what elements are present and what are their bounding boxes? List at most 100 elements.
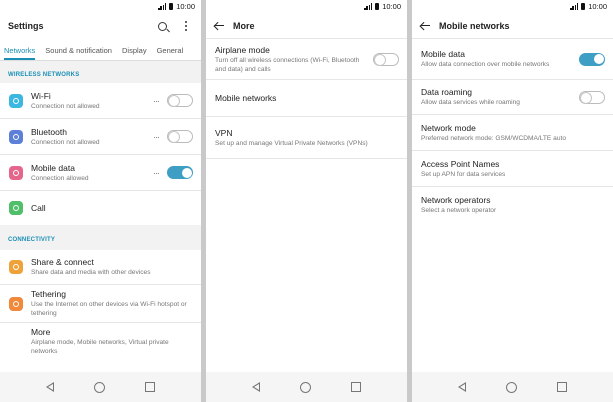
signal-icon xyxy=(364,3,373,10)
page-title: Mobile networks xyxy=(439,20,510,31)
recent-apps-icon[interactable] xyxy=(557,382,567,392)
bluetooth-toggle[interactable] xyxy=(167,130,193,143)
status-time: 10:00 xyxy=(382,2,401,11)
mobile-data-subtitle: Connection allowed xyxy=(31,174,89,182)
network-mode-subtitle: Preferred network mode: GSM/WCDMA/LTE au… xyxy=(421,134,566,142)
home-icon[interactable] xyxy=(506,381,517,393)
bluetooth-subtitle: Connection not allowed xyxy=(31,138,100,146)
tab-general[interactable]: General xyxy=(157,46,184,60)
wireless-networks-header: WIRELESS NETWORKS xyxy=(0,61,201,83)
back-arrow-icon[interactable] xyxy=(214,21,224,31)
bluetooth-title: Bluetooth xyxy=(31,126,67,137)
more-row[interactable]: More Airplane mode, Mobile networks, Virt… xyxy=(0,323,201,359)
wifi-subtitle: Connection not allowed xyxy=(31,102,100,110)
back-icon[interactable] xyxy=(458,382,466,392)
tab-networks[interactable]: Networks xyxy=(4,46,36,60)
apn-title: Access Point Names xyxy=(421,158,500,169)
search-button[interactable] xyxy=(155,19,169,33)
share-title: Share & connect xyxy=(31,257,94,267)
settings-tabs: Networks Sound & notification Display Ge… xyxy=(0,39,201,61)
airplane-subtitle: Turn off all wireless connections (Wi-Fi… xyxy=(215,56,360,73)
data-roaming-toggle[interactable] xyxy=(579,90,605,104)
mobile-networks-screen: 10:00 Mobile networks Mobile data Allow d… xyxy=(412,0,613,402)
network-mode-row[interactable]: Network mode Preferred network mode: GSM/… xyxy=(412,115,613,151)
status-bar: 10:00 xyxy=(412,0,613,13)
apn-subtitle: Set up APN for data services xyxy=(421,170,506,178)
battery-icon xyxy=(169,3,174,10)
recent-apps-icon[interactable] xyxy=(145,382,155,392)
phone-icon xyxy=(9,201,23,215)
bluetooth-more-icon[interactable]: ··· xyxy=(153,132,160,142)
operators-subtitle: Select a network operator xyxy=(421,207,497,214)
home-icon[interactable] xyxy=(300,381,311,393)
share-subtitle: Share data and media with other devices xyxy=(31,269,151,276)
signal-icon xyxy=(570,3,579,10)
share-connect-row[interactable]: Share & connect Share data and media with… xyxy=(0,250,201,285)
recent-apps-icon[interactable] xyxy=(351,382,361,392)
access-point-names-row[interactable]: Access Point Names Set up APN for data se… xyxy=(412,151,613,187)
mobile-data-more-icon[interactable]: ··· xyxy=(153,168,160,178)
home-icon[interactable] xyxy=(94,381,105,393)
status-bar: 10:00 xyxy=(0,0,201,13)
page-title: Settings xyxy=(8,21,44,31)
mobile-data-title: Mobile data xyxy=(31,162,75,173)
tab-display[interactable]: Display xyxy=(122,46,147,60)
mobile-data-row[interactable]: Mobile data Connection allowed ··· xyxy=(0,155,201,191)
mobile-networks-row[interactable]: Mobile networks xyxy=(206,80,407,117)
navigation-bar xyxy=(0,372,201,402)
airplane-toggle[interactable] xyxy=(373,52,399,66)
back-icon[interactable] xyxy=(46,382,54,392)
app-bar: Mobile networks xyxy=(412,13,613,39)
tab-sound-notification[interactable]: Sound & notification xyxy=(45,46,112,60)
connectivity-header: CONNECTIVITY xyxy=(0,225,201,250)
wifi-row[interactable]: Wi-Fi Connection not allowed ··· xyxy=(0,83,201,119)
vpn-row[interactable]: VPN Set up and manage Virtual Private Net… xyxy=(206,117,407,159)
vpn-subtitle: Set up and manage Virtual Private Networ… xyxy=(215,139,368,147)
battery-icon xyxy=(375,3,380,10)
bluetooth-row[interactable]: Bluetooth Connection not allowed ··· xyxy=(0,119,201,155)
call-row[interactable]: Call xyxy=(0,191,201,225)
more-vert-icon xyxy=(185,21,187,31)
tethering-icon xyxy=(9,296,23,311)
mobile-data-subtitle: Allow data connection over mobile networ… xyxy=(421,61,550,68)
call-title: Call xyxy=(31,202,46,213)
vpn-title: VPN xyxy=(215,127,233,138)
navigation-bar xyxy=(206,372,407,402)
status-time: 10:00 xyxy=(588,2,607,11)
mobile-data-toggle[interactable] xyxy=(167,166,193,179)
more-screen: 10:00 More Airplane mode Turn off all wir… xyxy=(206,0,407,402)
tethering-title: Tethering xyxy=(31,289,66,299)
mobile-data-title: Mobile data xyxy=(421,49,465,59)
network-operators-row[interactable]: Network operators Select a network operat… xyxy=(412,187,613,223)
airplane-title: Airplane mode xyxy=(215,44,270,55)
back-icon[interactable] xyxy=(252,382,260,392)
more-title: More xyxy=(31,326,51,337)
app-bar: More xyxy=(206,13,407,39)
bluetooth-icon xyxy=(9,129,23,144)
search-icon xyxy=(157,21,167,31)
app-bar: Settings xyxy=(0,13,201,39)
mobile-data-toggle[interactable] xyxy=(579,52,605,66)
airplane-mode-row[interactable]: Airplane mode Turn off all wireless conne… xyxy=(206,39,407,80)
status-bar: 10:00 xyxy=(206,0,407,13)
wifi-toggle[interactable] xyxy=(167,94,193,107)
page-title: More xyxy=(233,20,255,31)
tethering-subtitle: Use the Internet on other devices via Wi… xyxy=(31,301,187,317)
more-subtitle: Airplane mode, Mobile networks, Virtual … xyxy=(31,338,169,355)
wifi-more-icon[interactable]: ··· xyxy=(153,96,160,106)
overflow-menu-button[interactable] xyxy=(179,19,193,33)
navigation-bar xyxy=(412,372,613,402)
network-mode-title: Network mode xyxy=(421,122,476,133)
wifi-title: Wi-Fi xyxy=(31,90,51,101)
data-roaming-subtitle: Allow data services while roaming xyxy=(421,99,520,106)
mobile-data-row[interactable]: Mobile data Allow data connection over mo… xyxy=(412,39,613,80)
tethering-row[interactable]: Tethering Use the Internet on other devic… xyxy=(0,285,201,323)
signal-icon xyxy=(158,3,167,10)
mobile-data-icon xyxy=(9,165,23,180)
mobile-networks-title: Mobile networks xyxy=(215,92,277,103)
wifi-icon xyxy=(9,93,23,108)
data-roaming-row[interactable]: Data roaming Allow data services while ro… xyxy=(412,80,613,115)
back-arrow-icon[interactable] xyxy=(420,21,430,31)
share-icon xyxy=(9,260,23,274)
status-time: 10:00 xyxy=(176,2,195,11)
